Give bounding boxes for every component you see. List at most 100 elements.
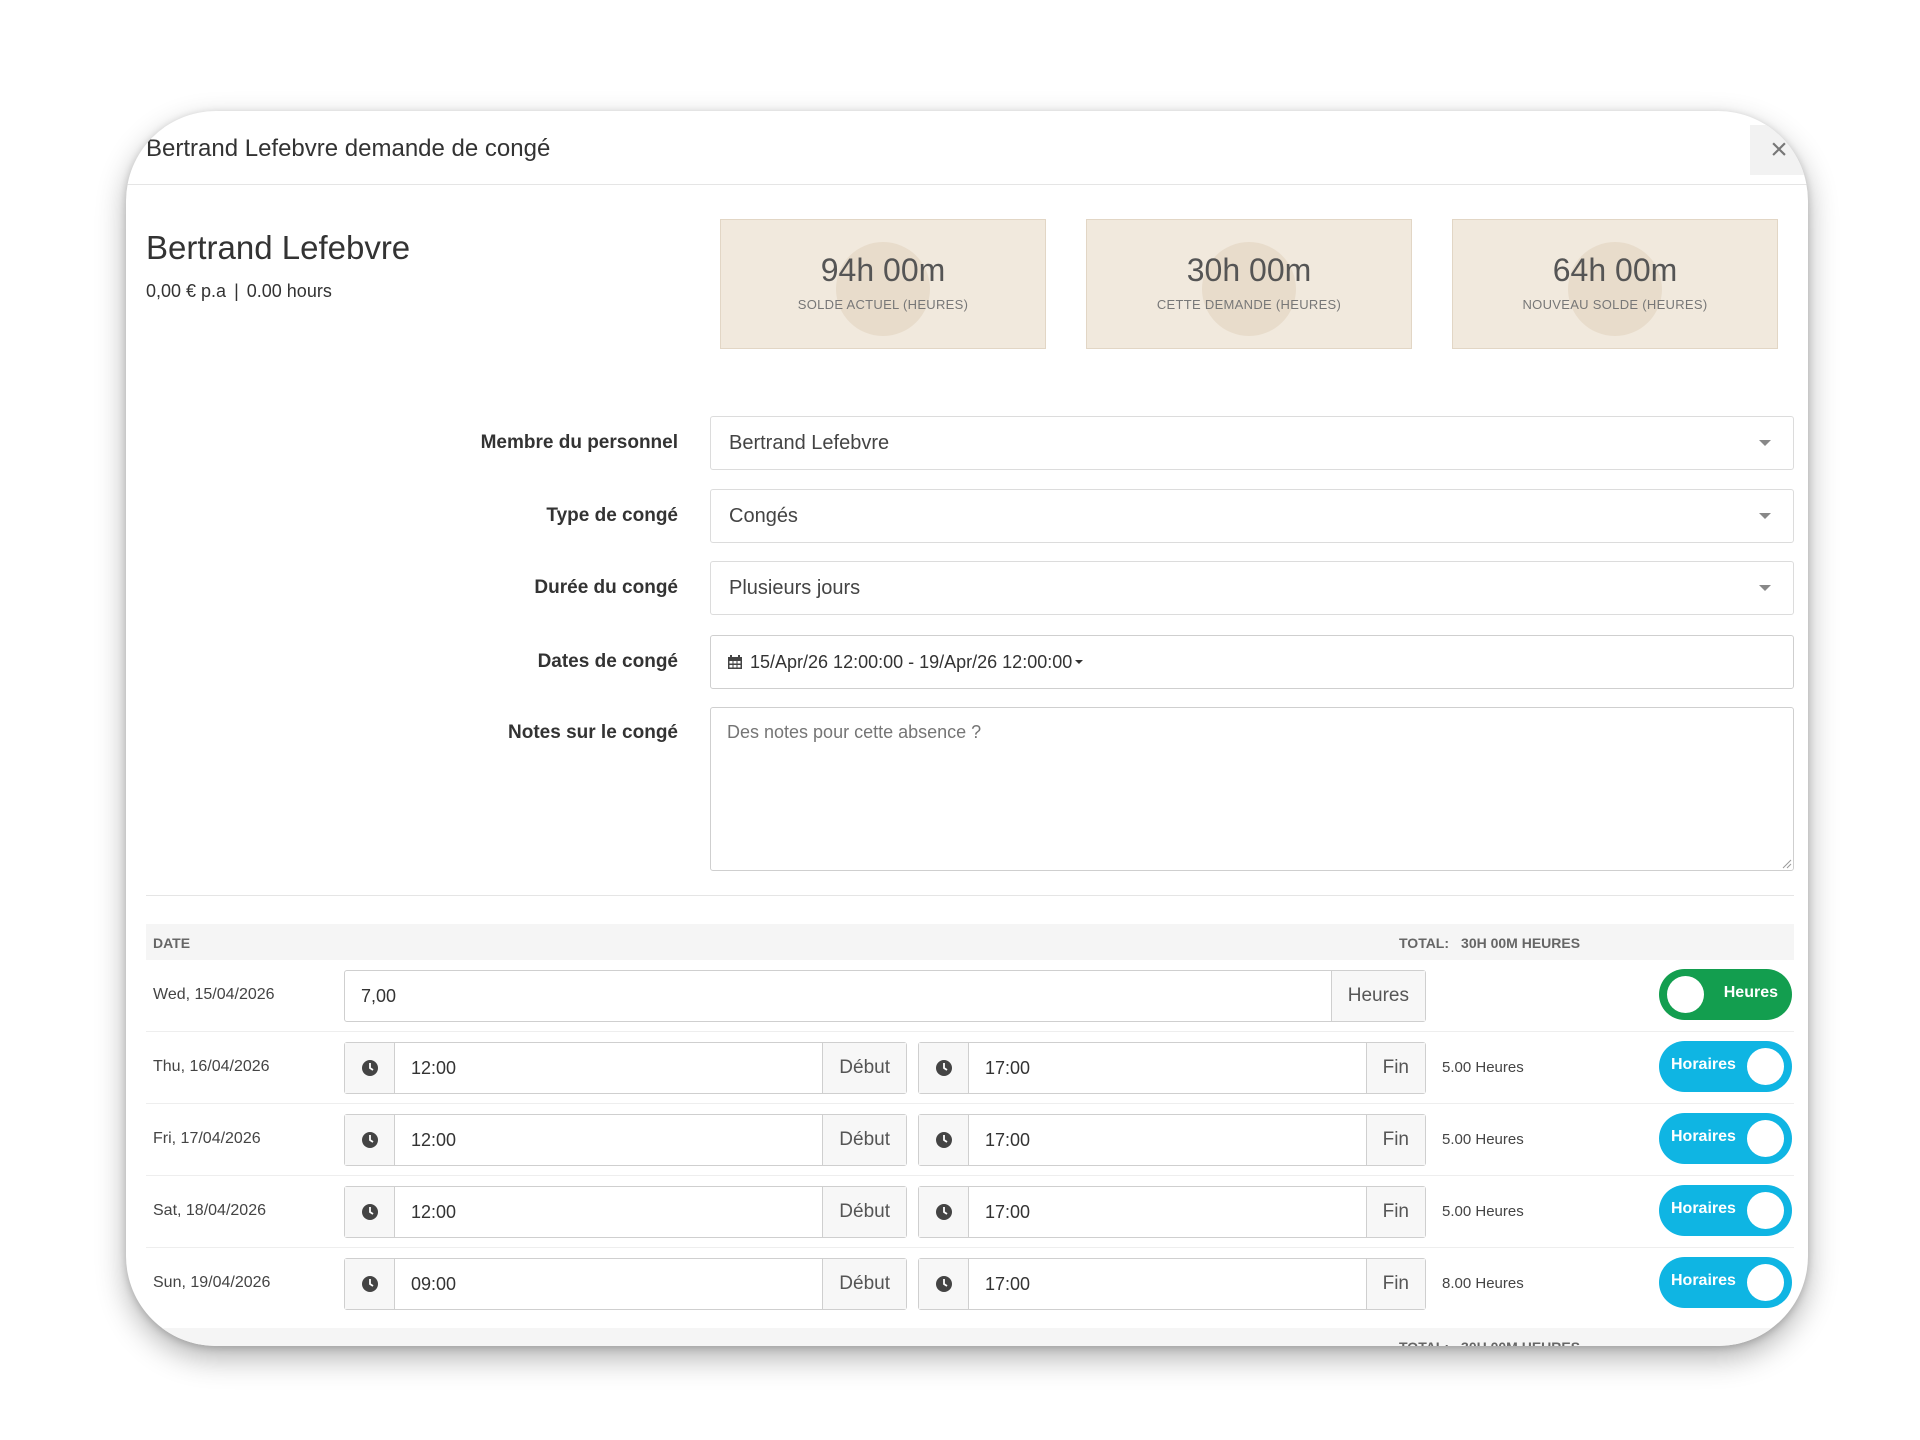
employee-salary: 0,00 € p.a: [146, 281, 227, 301]
leave-type-select[interactable]: Congés: [710, 489, 1794, 543]
leave-date-range-value: 15/Apr/26 12:00:00 - 19/Apr/26 12:00:00: [750, 651, 1073, 672]
hours-unit-addon: Heures: [1330, 971, 1425, 1021]
clock-icon[interactable]: [919, 1043, 969, 1093]
stat-value: 30h 00m: [1186, 252, 1312, 288]
leave-duration-select[interactable]: Plusieurs jours: [710, 561, 1794, 615]
clock-icon: [361, 1060, 378, 1076]
clock-icon: [935, 1060, 952, 1076]
start-time-group: 12:00 Début: [344, 1186, 907, 1238]
row-hours: 5.00 Heures: [1442, 1059, 1524, 1076]
toggle-knob: [1747, 1048, 1784, 1085]
calendar-icon: [728, 655, 742, 669]
start-label-addon: Début: [822, 1115, 906, 1165]
meta-separator: |: [234, 281, 239, 301]
staff-select[interactable]: Bertrand Lefebvre: [710, 416, 1794, 470]
leave-table-header: DATE TOTAL: 30H 00M HEURES: [146, 924, 1794, 960]
end-time-input[interactable]: 17:00: [969, 1115, 1366, 1165]
employee-meta: 0,00 € p.a | 0.00 hours: [146, 281, 332, 302]
end-time-input[interactable]: 17:00: [969, 1259, 1366, 1309]
start-label-addon: Début: [822, 1259, 906, 1309]
row-hours: 8.00 Heures: [1442, 1275, 1524, 1292]
stat-this-request: 30h 00m CETTE DEMANDE (HEURES): [1086, 219, 1412, 349]
clock-icon[interactable]: [919, 1115, 969, 1165]
clock-icon[interactable]: [345, 1259, 395, 1309]
clock-icon: [935, 1276, 952, 1292]
clock-icon[interactable]: [919, 1187, 969, 1237]
clock-icon: [361, 1204, 378, 1220]
start-time-input[interactable]: 09:00: [395, 1259, 822, 1309]
start-time-input[interactable]: 12:00: [395, 1187, 822, 1237]
caret-down-icon: [1075, 660, 1084, 664]
start-time-input[interactable]: 12:00: [395, 1043, 822, 1093]
end-label-addon: Fin: [1365, 1115, 1425, 1165]
date-column-header: DATE: [153, 935, 191, 951]
staff-label: Membre du personnel: [480, 432, 678, 453]
end-label-addon: Fin: [1365, 1043, 1425, 1093]
leave-date-range-picker[interactable]: 15/Apr/26 12:00:00 - 19/Apr/26 12:00:00: [710, 635, 1794, 689]
end-time-group: 17:00 Fin: [918, 1258, 1426, 1310]
toggle-label: Heures: [1723, 984, 1778, 1001]
start-time-group: 12:00 Début: [344, 1042, 907, 1094]
start-time-input[interactable]: 12:00: [395, 1115, 822, 1165]
leave-notes-textarea[interactable]: [710, 707, 1794, 871]
table-row: Thu, 16/04/2026 12:00 Début 17:00 Fin 5.…: [146, 1032, 1794, 1104]
leave-duration-label: Durée du congé: [534, 577, 678, 598]
toggle-label: Horaires: [1671, 1272, 1736, 1289]
close-button[interactable]: ×: [1750, 125, 1808, 175]
caret-down-icon: [1759, 585, 1771, 591]
employee-name: Bertrand Lefebvre: [146, 229, 411, 266]
table-row: Fri, 17/04/2026 12:00 Début 17:00 Fin 5.…: [146, 1104, 1794, 1176]
section-divider: [146, 895, 1794, 896]
table-row: Wed, 15/04/2026 7,00 Heures Heures: [146, 960, 1794, 1032]
staff-select-value: Bertrand Lefebvre: [729, 431, 890, 454]
stat-label: CETTE DEMANDE (HEURES): [1156, 297, 1342, 312]
toggle-knob: [1667, 976, 1704, 1013]
resize-grip-icon[interactable]: [1782, 859, 1792, 869]
row-date: Wed, 15/04/2026: [153, 986, 275, 1003]
end-time-input[interactable]: 17:00: [969, 1043, 1366, 1093]
stat-label: NOUVEAU SOLDE (HEURES): [1522, 297, 1708, 312]
toggle-label: Horaires: [1671, 1200, 1736, 1217]
mode-toggle[interactable]: Horaires: [1659, 1041, 1792, 1092]
caret-down-icon: [1759, 513, 1771, 519]
mode-toggle[interactable]: Horaires: [1659, 1113, 1792, 1164]
start-time-group: 09:00 Début: [344, 1258, 907, 1310]
total-header: TOTAL: 30H 00M HEURES: [1399, 935, 1580, 951]
clock-icon[interactable]: [919, 1259, 969, 1309]
stat-current-balance: 94h 00m SOLDE ACTUEL (HEURES): [720, 219, 1046, 349]
toggle-label: Horaires: [1671, 1056, 1736, 1073]
row-hours: 5.00 Heures: [1442, 1131, 1524, 1148]
stat-new-balance: 64h 00m NOUVEAU SOLDE (HEURES): [1452, 219, 1778, 349]
total-value: 30H 00M HEURES: [1461, 1339, 1580, 1346]
end-time-input[interactable]: 17:00: [969, 1187, 1366, 1237]
clock-icon[interactable]: [345, 1115, 395, 1165]
row-date: Sun, 19/04/2026: [153, 1274, 271, 1291]
mode-toggle[interactable]: Horaires: [1659, 1185, 1792, 1236]
row-date: Fri, 17/04/2026: [153, 1130, 261, 1147]
start-time-group: 12:00 Début: [344, 1114, 907, 1166]
leave-request-modal: Bertrand Lefebvre demande de congé × Ber…: [126, 111, 1808, 1346]
end-label-addon: Fin: [1365, 1187, 1425, 1237]
leave-dates-label: Dates de congé: [537, 651, 678, 672]
clock-icon: [361, 1132, 378, 1148]
row-date: Sat, 18/04/2026: [153, 1202, 266, 1219]
total-label: TOTAL:: [1399, 935, 1450, 951]
end-label-addon: Fin: [1365, 1259, 1425, 1309]
leave-duration-value: Plusieurs jours: [729, 576, 861, 599]
mode-toggle[interactable]: Horaires: [1659, 1257, 1792, 1308]
hours-input[interactable]: 7,00: [345, 971, 1331, 1021]
clock-icon[interactable]: [345, 1043, 395, 1093]
clock-icon[interactable]: [345, 1187, 395, 1237]
clock-icon: [361, 1276, 378, 1292]
leave-type-value: Congés: [729, 504, 798, 527]
leave-type-label: Type de congé: [546, 505, 678, 526]
row-date: Thu, 16/04/2026: [153, 1058, 270, 1075]
toggle-knob: [1747, 1264, 1784, 1301]
modal-title: Bertrand Lefebvre demande de congé: [146, 135, 551, 162]
end-time-group: 17:00 Fin: [918, 1114, 1426, 1166]
row-hours: 5.00 Heures: [1442, 1203, 1524, 1220]
start-label-addon: Début: [822, 1187, 906, 1237]
clock-icon: [935, 1204, 952, 1220]
table-row: Sat, 18/04/2026 12:00 Début 17:00 Fin 5.…: [146, 1176, 1794, 1248]
mode-toggle[interactable]: Heures: [1659, 969, 1792, 1020]
